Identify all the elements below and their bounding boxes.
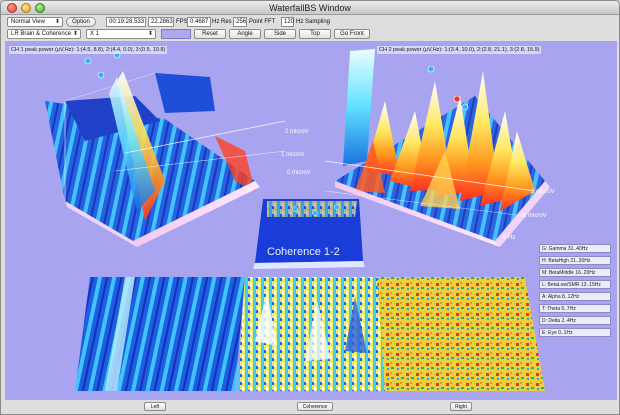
fft-size-field[interactable]: 256 [233,17,247,27]
coherence-view-button[interactable]: Coherence [297,402,333,411]
frequency-band-legend: G: Gamma 31..40Hz H: BetaHigh 21..30Hz M… [539,244,611,340]
ch1-axis-label-1uv: 1 microV [281,152,305,158]
angle-button[interactable]: Angle [229,29,261,39]
hz-res-field: 0.4687 [187,17,211,27]
band-alpha[interactable]: A: Alpha 8..12Hz [539,292,611,301]
right-view-button[interactable]: Right [450,402,472,411]
toolbar: Normal View ⬍ Option 00:19:28.533 22.286… [1,15,619,41]
coherence-title: Coherence 1-2 [267,246,340,258]
ch1-axis-label-2uv: 2 microV [285,129,309,135]
background-color-swatch[interactable] [161,29,191,39]
ch1-waterfall-surface[interactable] [45,51,286,247]
hz-res-label: Hz Res [212,19,232,25]
ch2-axis-label-0hz: 0 Hz [503,235,515,241]
chevron-down-icon: ⬍ [72,31,78,37]
chevron-down-icon: ⬍ [54,19,60,25]
title-bar[interactable]: WaterfallBS Window [1,1,619,15]
option-button[interactable]: Option [66,17,96,27]
band-beta-high[interactable]: H: BetaHigh 21..30Hz [539,256,611,265]
right-brain-map[interactable] [377,277,545,391]
band-beta-middle[interactable]: M: BetaMiddle 16..20Hz [539,268,611,277]
view-selector-bar: Left Coherence Right [1,400,619,414]
band-gamma[interactable]: G: Gamma 31..40Hz [539,244,611,253]
side-button[interactable]: Side [264,29,296,39]
ch2-axis-label-1uv: 1 microV [523,213,547,219]
left-view-button[interactable]: Left [144,402,166,411]
coherence-waterfall-bottom[interactable] [237,277,385,391]
ch1-peak-power-label: CH 1 peak power (μV,Hz): 1:(4.5, 8.8), 2… [9,46,168,54]
ch1-axis-label-0uv: 0 microV [287,170,311,176]
ch2-axis-label-2uv: 2 microV [531,189,555,195]
view-mode-select-value: Normal View [11,19,45,25]
waterfall-scene[interactable]: 2 microV 1 microV 0 microV 2 microV 1 mi… [5,41,617,400]
left-brain-map[interactable] [75,277,245,391]
chevron-down-icon: ⬍ [147,31,153,37]
band-delta[interactable]: D: Delta 2..4Hz [539,316,611,325]
fps-label: FPS [176,19,188,25]
scale-select[interactable]: X 1 ⬍ [86,29,156,39]
sampling-field[interactable]: 120 [281,17,294,27]
go-front-button[interactable]: Go Front [334,29,370,39]
band-eye[interactable]: E: Eye 0..1Hz [539,328,611,337]
fft-label: Point FFT [249,19,276,25]
ch2-peak-power-label: CH 2 peak power (μV,Hz): 1:(3.4, 10.0), … [377,46,542,54]
montage-select[interactable]: LR Brain & Coherence ⬍ [7,29,81,39]
waterfall-3d-view[interactable]: 2 microV 1 microV 0 microV 2 microV 1 mi… [5,41,617,400]
band-theta[interactable]: T: Theta 5..7Hz [539,304,611,313]
timestamp-field: 00:19:28.533 [106,17,146,27]
top-button[interactable]: Top [299,29,331,39]
scale-select-value: X 1 [90,31,100,37]
sampling-label: Hz Sampling [296,19,331,25]
fps-field: 22.2863 [148,17,174,27]
reset-button[interactable]: Reset [194,29,226,39]
coherence-surface-top[interactable] [253,199,365,269]
montage-select-value: LR Brain & Coherence [11,31,72,37]
waterfall-window: WaterfallBS Window Normal View ⬍ Option … [0,0,620,415]
window-title: WaterfallBS Window [269,3,351,13]
band-beta-low-smr[interactable]: L: BetaLow/SMR 13..15Hz [539,280,611,289]
view-mode-select[interactable]: Normal View ⬍ [7,17,63,27]
